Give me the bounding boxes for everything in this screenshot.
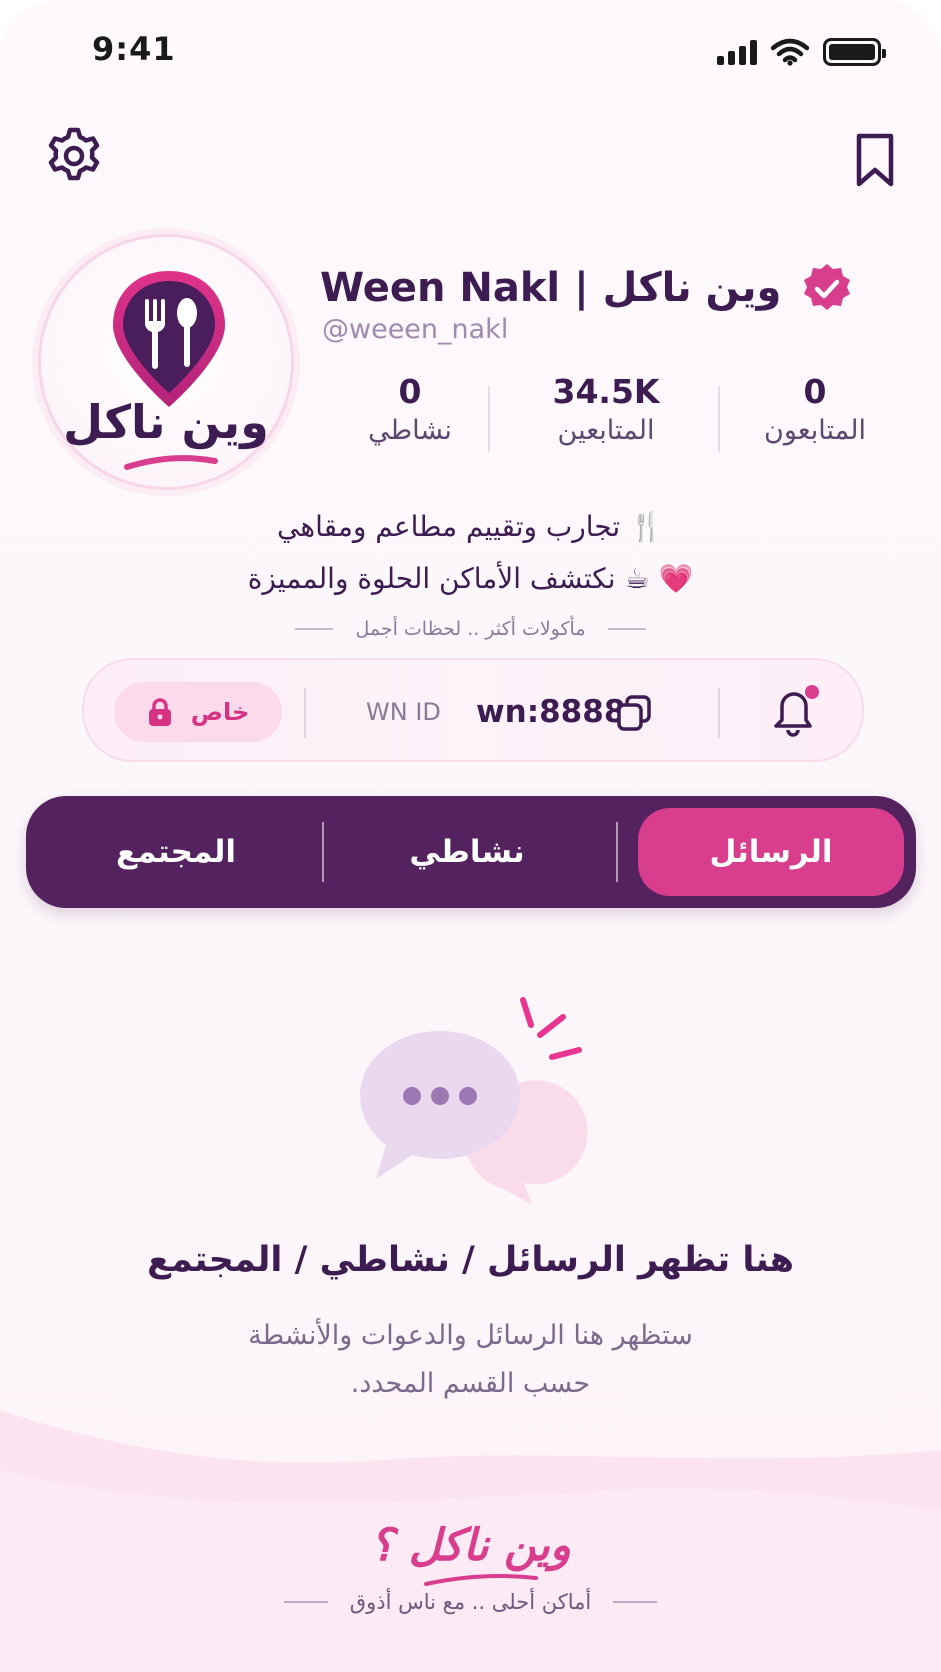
stat-label: المتابعون	[763, 415, 867, 446]
profile-name: Ween Nakl | وين ناكل	[320, 265, 782, 311]
card-divider	[304, 688, 306, 738]
divider-line	[607, 628, 646, 630]
divider-line	[283, 1601, 328, 1603]
status-time: 9:41	[92, 30, 176, 68]
gear-icon[interactable]	[42, 124, 106, 188]
stat-followers[interactable]: 34.5K المتابعين	[526, 372, 686, 446]
profile-handle: @weeen_nakl	[322, 314, 509, 345]
footer-logo: وين ناكل ؟	[370, 1520, 571, 1571]
stat-value: 34.5K	[552, 372, 660, 411]
avatar-logo-text: وين ناكل	[63, 395, 269, 449]
id-label: WN ID	[366, 698, 441, 726]
battery-icon	[823, 38, 886, 66]
logo-swoosh	[124, 455, 218, 470]
tab-activity[interactable]: نشاطي	[322, 808, 612, 896]
stat-label: نشاطي	[368, 415, 452, 446]
privacy-label: خاص	[190, 698, 250, 726]
stat-divider	[488, 386, 490, 452]
chat-bubbles-icon	[360, 997, 588, 1205]
profile-name-row: Ween Nakl | وين ناكل	[320, 262, 853, 314]
phone-screen: 9:41 وين ناكل Ween Nakl | وين ناكل @weee…	[0, 0, 941, 1672]
footer-logo-swoosh	[424, 1574, 538, 1586]
stat-divider	[718, 386, 720, 452]
profile-avatar[interactable]: وين ناكل	[38, 234, 294, 490]
divider-line	[613, 1601, 658, 1603]
status-icons	[717, 38, 886, 66]
copy-icon[interactable]	[616, 694, 652, 732]
empty-state-desc-line-1: ستظهر هنا الرسائل والدعوات والأنشطة	[248, 1320, 693, 1351]
empty-state-desc-line-2: حسب القسم المحدد.	[350, 1368, 591, 1399]
bookmark-icon[interactable]	[851, 132, 899, 188]
tagline-row: مأكولات أكثر .. لحظات أجمل	[0, 618, 941, 640]
bio-line-2: 💗 ☕ نكتشف الأماكن الحلوة والمميزة	[247, 562, 694, 595]
id-value: wn:8888	[476, 694, 626, 730]
profile-stats: 0 نشاطي 34.5K المتابعين 0 المتابعون	[330, 372, 895, 456]
bell-icon[interactable]	[766, 682, 822, 742]
stat-value: 0	[803, 372, 827, 411]
profile-tagline: مأكولات أكثر .. لحظات أجمل	[355, 618, 586, 640]
footer-tagline-row: أماكن أحلى .. مع ناس أذوق	[0, 1590, 941, 1614]
signal-icon	[717, 39, 757, 65]
tab-divider	[616, 822, 618, 882]
footer-tagline: أماكن أحلى .. مع ناس أذوق	[349, 1590, 592, 1614]
bio-line-1: 🍴 تجارب وتقييم مطاعم ومقاهي	[277, 510, 664, 543]
lock-icon	[148, 698, 171, 726]
privacy-badge[interactable]: خاص	[114, 682, 282, 742]
stat-value: 0	[398, 372, 422, 411]
stat-activity[interactable]: 0 نشاطي	[330, 372, 490, 446]
card-divider	[718, 688, 720, 738]
segmented-tabs: الرسائل نشاطي المجتمع	[26, 796, 916, 908]
stat-following[interactable]: 0 المتابعون	[735, 372, 895, 446]
empty-state-title: هنا تظهر الرسائل / نشاطي / المجتمع	[146, 1240, 795, 1280]
tab-messages[interactable]: الرسائل	[638, 808, 904, 896]
verified-badge-icon	[804, 264, 851, 310]
stat-label: المتابعين	[557, 415, 655, 446]
divider-line	[295, 628, 334, 630]
id-card: خاص WN ID wn:8888	[82, 658, 864, 762]
wifi-icon	[771, 38, 809, 66]
location-pin-logo-icon	[113, 271, 225, 407]
tab-divider	[322, 822, 324, 882]
tab-community[interactable]: المجتمع	[36, 808, 316, 896]
